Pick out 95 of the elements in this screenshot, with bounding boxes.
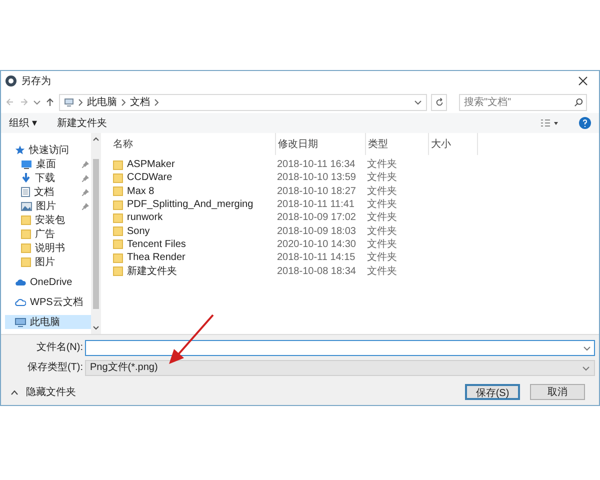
sidebar-item[interactable]: 安装包 [5, 213, 91, 227]
annotation-arrow [166, 313, 216, 367]
table-cell-text: 文件夹 [366, 158, 398, 172]
cloud-outline-icon [15, 298, 26, 306]
file-name[interactable]: Tencent Files [127, 236, 186, 252]
chevron-down-icon[interactable] [414, 98, 422, 106]
chevron-down-icon [583, 344, 591, 352]
new-folder-button[interactable]: 新建文件夹 [56, 116, 107, 130]
file-name[interactable]: Sony [127, 224, 150, 239]
view-options-icon[interactable] [541, 118, 559, 128]
table-cell-text: 2018-10-09 17:02 [276, 211, 357, 226]
sidebar-item[interactable]: 说明书 [5, 241, 91, 255]
star-icon [15, 145, 25, 155]
sidebar-item[interactable]: 文档 [5, 185, 91, 199]
folder-icon [113, 186, 123, 196]
refresh-icon [434, 98, 444, 106]
column-header[interactable]: 大小 [428, 133, 478, 155]
filename-field[interactable] [85, 340, 595, 356]
folder-icon [113, 239, 123, 250]
address-bar[interactable]: 此电脑 文档 [59, 94, 427, 110]
table-cell-text: 文件夹 [366, 184, 398, 198]
table-cell-text: 2018-10-09 18:03 [276, 224, 357, 239]
file-name[interactable]: PDF_Splitting_And_merging [127, 197, 254, 212]
folder-icon [113, 252, 123, 263]
breadcrumb-item[interactable]: 文档 [130, 94, 150, 110]
column-header[interactable]: 类型 [365, 133, 428, 155]
breadcrumb-item[interactable]: 此电脑 [87, 94, 117, 110]
sidebar-item[interactable]: OneDrive [5, 275, 91, 289]
window-title: 另存为 [21, 74, 51, 88]
chevron-down-icon[interactable] [33, 98, 41, 106]
refresh-button[interactable] [431, 94, 447, 110]
table-cell-text: 文件夹 [366, 238, 398, 252]
table-cell-text: 2020-10-10 14:30 [276, 238, 357, 252]
folder-icon [113, 160, 123, 170]
column-header[interactable]: 修改日期 [275, 133, 365, 155]
sidebar-item[interactable]: 快速访问 [5, 143, 91, 157]
table-cell-text: 文件夹 [366, 210, 398, 226]
sidebar-item[interactable]: 此电脑 [5, 315, 91, 329]
table-cell-text: 2018-10-10 18:27 [276, 184, 357, 199]
organize-menu-button[interactable]: 组织 ▾ [9, 116, 37, 130]
table-cell-text: 2018-10-11 16:34 [276, 158, 356, 172]
sidebar-item[interactable]: 图片 [5, 199, 91, 213]
table-cell-text: 文件夹 [366, 224, 398, 238]
file-name[interactable]: 新建文件夹 [127, 264, 177, 279]
folder-icon [113, 212, 123, 223]
computer-icon [64, 98, 74, 106]
picture-icon [21, 202, 32, 210]
file-name[interactable]: ASPMaker [127, 157, 175, 172]
folder-icon [113, 226, 123, 236]
down-arrow-icon [21, 173, 31, 183]
chevron-right-icon [154, 98, 159, 106]
search-field[interactable]: 搜索"文档" [459, 94, 587, 110]
field-label: 保存类型(T): [26, 360, 84, 375]
computer-icon [15, 318, 26, 326]
folder-icon [113, 172, 123, 183]
table-cell-text: 文件夹 [366, 198, 398, 212]
table-cell-text: 2018-10-11 11:41 [276, 198, 356, 212]
cancel-button[interactable]: 取消 [530, 384, 585, 400]
hide-folders-button[interactable]: 隐藏文件夹 [11, 384, 76, 400]
field-label: 文件名(N): [35, 340, 84, 355]
folder-icon [113, 200, 123, 210]
search-icon [574, 98, 583, 106]
document-icon [21, 187, 30, 197]
file-type-dropdown[interactable]: Png文件(*.png) [85, 360, 595, 376]
up-arrow-icon[interactable] [45, 97, 55, 107]
scroll-up-icon[interactable] [93, 137, 99, 141]
sidebar-item[interactable]: 桌面 [5, 157, 91, 171]
file-name[interactable]: runwork [127, 210, 163, 226]
table-cell-text: 2018-10-08 18:34 [276, 264, 357, 279]
sidebar-item[interactable]: 图片 [5, 255, 91, 269]
sidebar-item[interactable]: 广告 [5, 227, 91, 241]
scrollbar[interactable] [91, 133, 101, 334]
save-button[interactable]: 保存(S) [465, 384, 520, 400]
help-icon[interactable] [579, 117, 591, 129]
scroll-down-icon[interactable] [93, 326, 99, 330]
chevron-right-icon [121, 98, 126, 106]
table-cell-text: 2018-10-10 13:59 [276, 171, 357, 186]
sidebar-item[interactable]: WPS云文档 [5, 295, 91, 309]
close-icon [578, 76, 588, 86]
cloud-icon [15, 278, 26, 286]
sidebar-item[interactable]: 下载 [5, 171, 91, 185]
chevron-down-icon [582, 364, 590, 372]
chevron-up-icon [11, 390, 18, 394]
file-name[interactable]: Thea Render [127, 250, 186, 266]
table-cell-text: 文件夹 [366, 264, 398, 279]
table-cell-text: 2018-10-11 14:15 [276, 251, 356, 266]
file-name[interactable]: Max 8 [127, 184, 154, 199]
folder-icon [113, 266, 123, 276]
desktop-icon [21, 160, 32, 168]
column-header[interactable]: 名称 [111, 133, 275, 155]
table-cell-text: 文件夹 [366, 170, 398, 186]
chevron-right-icon [78, 98, 83, 106]
app-icon [5, 75, 17, 87]
table-cell-text: 文件夹 [366, 250, 398, 266]
file-name[interactable]: CCDWare [127, 170, 172, 186]
